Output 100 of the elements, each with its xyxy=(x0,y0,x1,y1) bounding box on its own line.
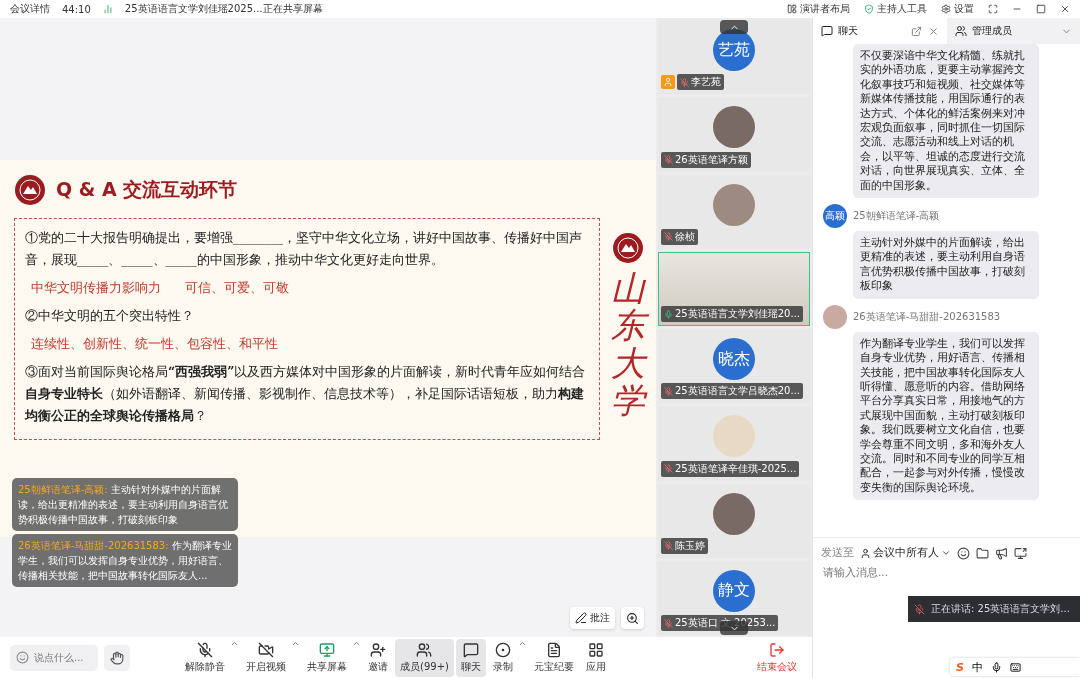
document-icon xyxy=(545,641,562,658)
zoom-in-button[interactable] xyxy=(621,607,644,629)
participant-tile[interactable]: 晓杰 25英语语言文学吕晓杰20... xyxy=(658,329,810,404)
end-meeting-button[interactable]: 结束会议 xyxy=(752,638,802,677)
avatar: 晓杰 xyxy=(713,338,755,381)
participant-name: 陈玉婷 xyxy=(661,537,708,554)
ime-toolbar[interactable]: S 中 xyxy=(950,658,1080,676)
participant-name: 26英语笔译方颖 xyxy=(661,151,751,168)
fullscreen-icon[interactable] xyxy=(988,4,998,14)
top-action-button[interactable]: 演讲者布局 xyxy=(787,2,850,16)
avatar: 高颖 xyxy=(823,204,847,229)
settings-icon xyxy=(941,4,951,14)
toolbar-button[interactable]: 元宝纪要 xyxy=(528,638,579,677)
pen-icon xyxy=(575,612,587,624)
participant-name: 徐桢 xyxy=(661,228,698,245)
maximize-icon[interactable] xyxy=(1036,4,1046,14)
meeting-title: 25英语语言文学刘佳瑶2025...正在共享屏幕 xyxy=(124,2,323,16)
screenshot-button[interactable] xyxy=(1014,546,1027,560)
exit-icon xyxy=(769,641,785,658)
top-action-button[interactable]: 主持人工具 xyxy=(864,2,927,16)
layout-icon xyxy=(787,4,797,14)
smiley-icon xyxy=(957,546,970,560)
answer-text: 可信、可爱、可敬 xyxy=(185,279,289,297)
sender-name: 26英语笔译-马甜甜-202631583 xyxy=(853,309,1001,324)
participant-tile[interactable]: 25英语语言文学刘佳瑶20... xyxy=(658,251,810,326)
add-user-icon xyxy=(370,641,386,658)
record-icon xyxy=(494,641,511,658)
speaking-text: 正在讲话: 25英语语言文学刘... xyxy=(931,602,1070,616)
toolbar-button[interactable]: 录制 xyxy=(487,638,518,677)
toolbar-button[interactable]: 聊天 xyxy=(455,638,486,677)
toolbar-button[interactable]: 共享屏幕 xyxy=(302,638,352,677)
megaphone-button[interactable] xyxy=(995,546,1008,560)
mic-off-icon xyxy=(197,641,213,658)
slide-title: Q & A 交流互动环节 xyxy=(56,177,238,202)
panel-tab[interactable]: 管理成员 xyxy=(946,18,1080,44)
toolbar-button[interactable]: 解除静音 xyxy=(180,638,230,677)
question-text: ②中华文明的五个突出特性？ xyxy=(25,307,195,325)
answer-text: 中华文明传播力影响力 xyxy=(31,279,161,297)
photo-placeholder xyxy=(713,415,755,458)
users-icon xyxy=(416,641,433,658)
message-bubble: 作为翻译专业学生，我们可以发挥自身专业优势，用好语言、传播相关技能，把中国故事转化国际友人听得懂、愿意听的内容。借助网络平台分享真实日常，用接地气的方式展现中国面貌，主动打破刻板印象。我们既要树立文化自信，也要学会尊重不同文明，多和海外友人交流。同时和不同专业的同学互相配合，一起参与对外传播，慢慢改变失衡的国际舆论环境。 xyxy=(853,331,1039,501)
photo-placeholder xyxy=(713,106,755,149)
question-text: ①党的二十大报告明确提出，要增强________，坚守中华文化立场，讲好中国故事、传播好中国声音，展现_____、_____、_____的中国形象，推动中华文化更好走向世界。 xyxy=(25,229,583,269)
shield-icon xyxy=(864,4,874,14)
participant-name: 李艺苑 xyxy=(677,74,724,91)
close-icon[interactable] xyxy=(1060,4,1070,14)
photo-placeholder xyxy=(713,183,755,226)
ime-mode[interactable]: 中 xyxy=(971,659,983,675)
zoom-in-icon xyxy=(626,611,639,625)
meeting-info-link[interactable]: 会议详情 xyxy=(10,2,50,16)
participant-name: 25英语语言文学刘佳瑶20... xyxy=(661,306,803,322)
photo-placeholder xyxy=(713,492,755,535)
grid-icon xyxy=(587,641,604,658)
chat-popup: 26英语笔译-马甜甜-202631583: 作为翻译专业学生，我们可以发挥自身专业优势，用好语言、传播相关技能，把中国故事转化国际友人... xyxy=(12,534,238,587)
message-bubble: 主动针对外媒中的片面解读，给出更精准的表述，要主动利用自身语言优势积极传播中国故事，打破刻板印象 xyxy=(853,231,1039,299)
top-action-button[interactable]: 设置 xyxy=(941,2,974,16)
comment-field[interactable]: 说点什么... xyxy=(10,644,98,671)
avatar: 静文 xyxy=(713,569,755,612)
question-text: ③面对当前国际舆论格局“西强我弱”以及西方媒体对中国形象的片面解读，新时代青年应如何结合自身专业特长（如外语翻译、新闻传播、影视制作、信息技术等），补足国际话语短板，助力构建均衡公正的全球舆论传播格局？ xyxy=(25,363,587,425)
sender-name: 25朝鲜语笔译-高颖 xyxy=(853,209,940,224)
person-icon xyxy=(860,547,871,559)
message-bubble: 不仅要深谙中华文化精髓、练就扎实的外语功底，更要主动掌握跨文化叙事技巧和短视频、社交媒体等新媒体传播技能，用国际通行的表达方式、个体化的鲜活案例来对冲宏观负面叙事，同时抓住一切国际交流、志愿活动和线上对话的机会，以平等、坦诚的态度进行交流对话，向世界展现真实、立体、全面的中国形象。 xyxy=(853,44,1039,199)
camera-off-icon xyxy=(258,641,274,658)
university-logo-icon xyxy=(14,174,46,206)
participant-tile[interactable]: 静文 25英语口 文 20253... xyxy=(658,560,810,635)
university-logo-icon xyxy=(612,232,644,264)
caret-icon xyxy=(941,548,951,558)
users-icon xyxy=(954,25,967,37)
toolbar-button[interactable]: 应用 xyxy=(580,638,611,677)
participant-name: 25英语语言文学吕晓杰20... xyxy=(661,383,803,400)
folder-button[interactable] xyxy=(976,546,989,560)
participant-tile[interactable]: 26英语笔译方颖 xyxy=(658,97,810,172)
folder-icon xyxy=(976,546,989,560)
toolbar-button[interactable]: 成员(99+) xyxy=(395,638,454,677)
raise-hand-button[interactable] xyxy=(104,644,130,671)
participant-tile[interactable]: 陈玉婷 xyxy=(658,483,810,558)
send-to-label: 发送至 xyxy=(821,546,854,560)
ime-logo: S xyxy=(956,660,964,674)
scroll-up-button[interactable] xyxy=(720,20,748,34)
hand-icon xyxy=(110,650,124,665)
screen-icon xyxy=(1014,546,1027,560)
participant-tile[interactable]: 徐桢 xyxy=(658,174,810,249)
participant-tile[interactable]: 艺苑 李艺苑 xyxy=(658,20,810,95)
share-screen-icon xyxy=(319,641,335,658)
avatar xyxy=(823,304,847,329)
signal-icon xyxy=(102,4,113,14)
smiley-icon xyxy=(16,650,29,664)
pop-out-icon[interactable] xyxy=(910,25,922,37)
mic-icon[interactable] xyxy=(990,661,1002,673)
emoji-button[interactable] xyxy=(957,546,970,560)
keyboard-icon[interactable] xyxy=(1009,661,1021,673)
chat-icon xyxy=(821,25,833,37)
megaphone-icon xyxy=(995,546,1008,560)
annotate-button[interactable]: 批注 xyxy=(570,607,615,629)
recipient-dropdown[interactable]: 会议中所有人 xyxy=(860,546,951,560)
toolbar-button[interactable]: 开启视频 xyxy=(241,638,291,677)
participant-tile[interactable]: 25英语笔译辛佳琪-2025... xyxy=(658,406,810,481)
close-icon[interactable] xyxy=(927,25,939,37)
toolbar-button[interactable]: 邀请 xyxy=(363,638,393,677)
answer-text: 连续性、创新性、统一性、包容性、和平性 xyxy=(31,335,278,353)
